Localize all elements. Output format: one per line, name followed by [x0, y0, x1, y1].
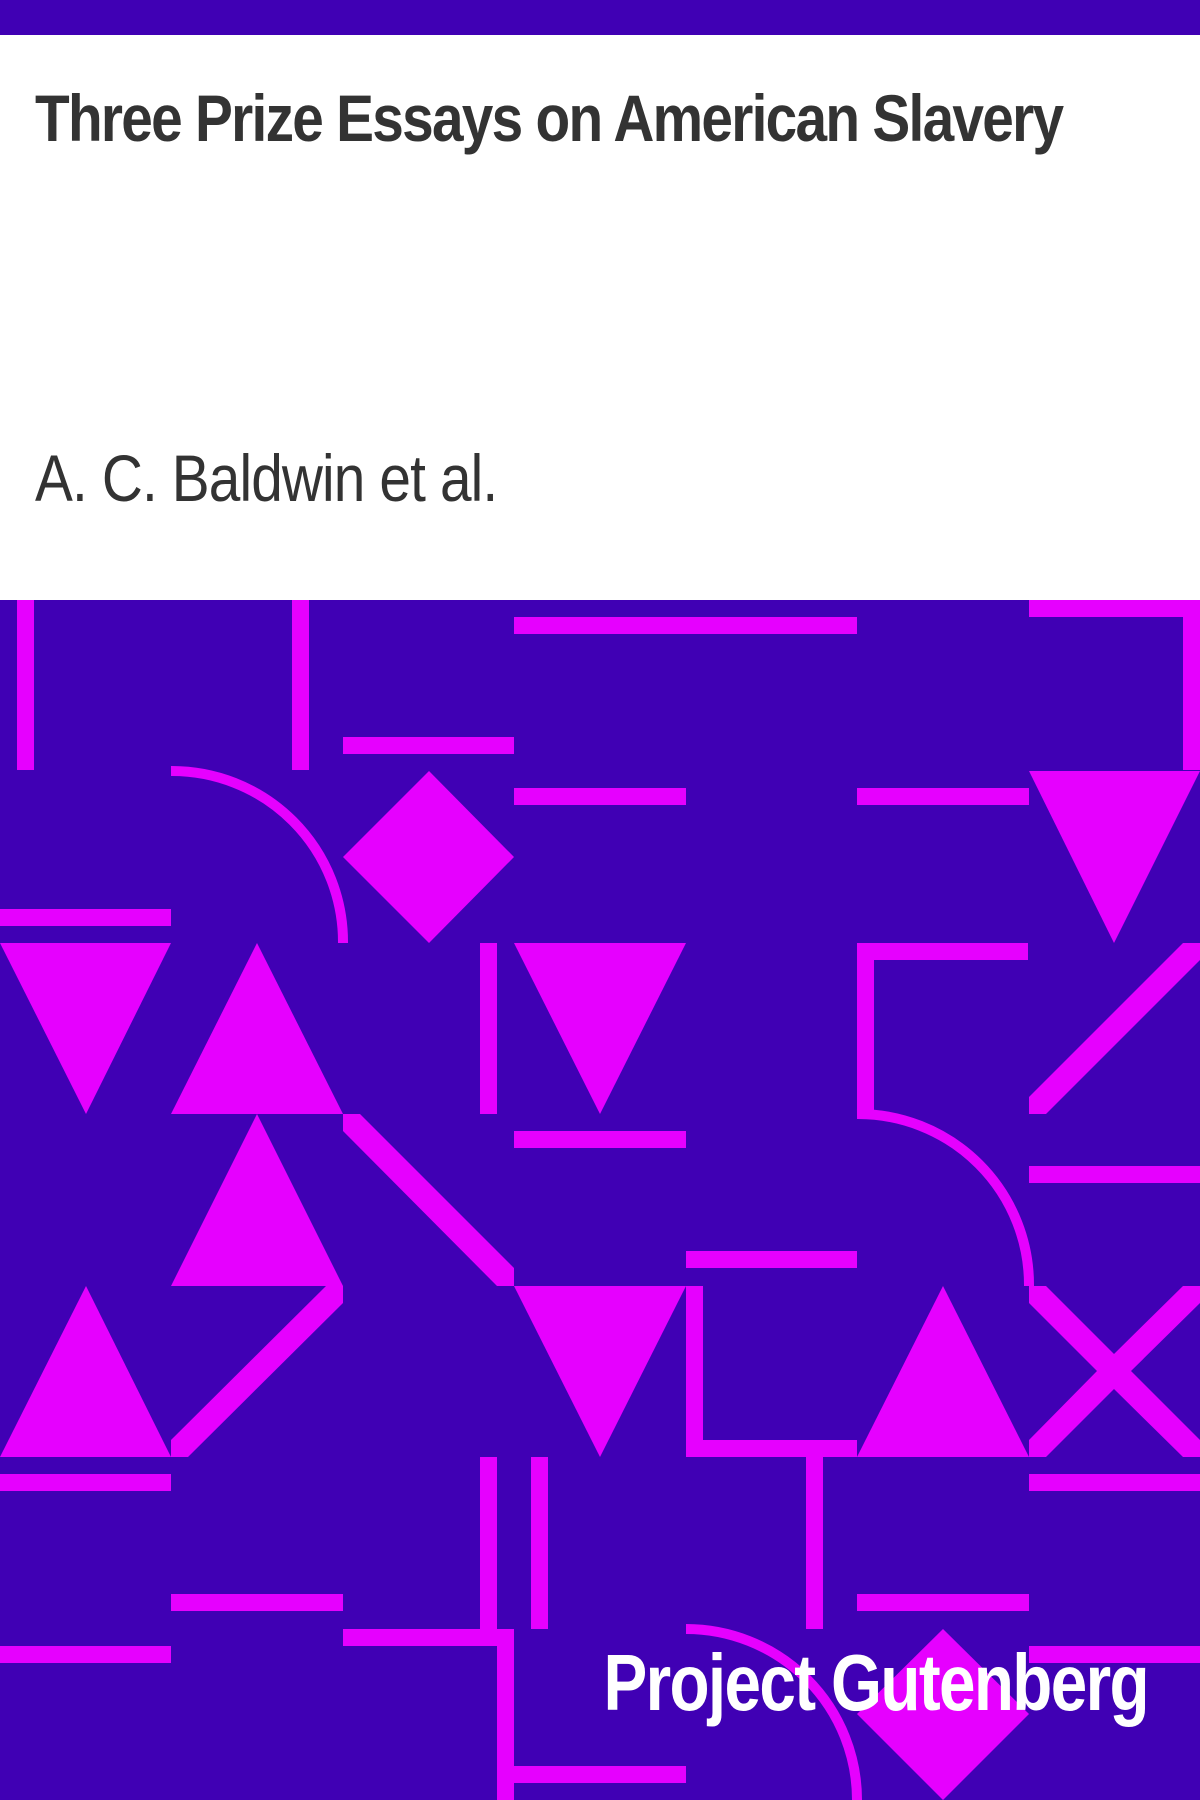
top-color-bar: [0, 0, 1200, 35]
publisher-brand: Project Gutenberg: [603, 1638, 1150, 1727]
book-title: Three Prize Essays on American Slavery: [35, 81, 1064, 155]
decorative-pattern: [0, 600, 1200, 1800]
book-author: A. C. Baldwin et al.: [35, 441, 498, 515]
